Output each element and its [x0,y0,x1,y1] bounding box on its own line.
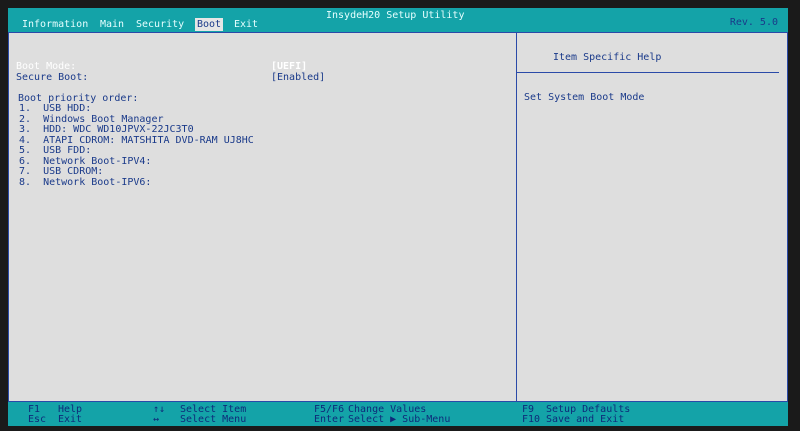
boot-item-usb-fdd[interactable]: 5. USB FDD: [19,145,254,157]
help-text: Set System Boot Mode [524,92,645,103]
arrows-lr-key: ↔ [153,414,160,425]
revision-label: Rev. 5.0 [729,17,778,28]
help-title: Item Specific Help [553,52,662,63]
tab-boot[interactable]: Boot [195,18,224,31]
enter-desc: Select ▶ Sub-Menu [348,414,451,425]
boot-priority-list: 1. USB HDD: 2. Windows Boot Manager 3. H… [19,103,254,189]
secure-boot-label: Secure Boot: [16,72,89,83]
panel-divider [516,33,517,401]
f10-key: F10 [522,414,541,425]
tab-information[interactable]: Information [20,18,90,31]
boot-mode-value[interactable]: [UEFI] [271,61,307,72]
arrows-lr-desc: Select Menu [180,414,247,425]
boot-item-usb-hdd[interactable]: 1. USB HDD: [19,103,254,115]
app-title: InsydeH20 Setup Utility [326,10,465,21]
bios-screen: Information Main Security Boot Exit Insy… [8,8,788,426]
boot-mode-label: Boot Mode: [16,61,77,72]
boot-item-usb-cdrom[interactable]: 7. USB CDROM: [19,166,254,178]
esc-desc: Exit [58,414,83,425]
esc-key: Esc [28,414,47,425]
tab-exit[interactable]: Exit [232,18,260,31]
f10-desc: Save and Exit [546,414,625,425]
enter-key: Enter [314,414,345,425]
boot-item-network-ipv6[interactable]: 8. Network Boot-IPV6: [19,177,254,189]
tab-security[interactable]: Security [134,18,186,31]
secure-boot-value[interactable]: [Enabled] [271,72,325,83]
boot-item-hdd[interactable]: 3. HDD: WDC WD10JPVX-22JC3T0 [19,124,254,136]
help-header: Item Specific Help [517,52,779,73]
key-help-footer: F1 Help Esc Exit ↑↓ Select Item ↔ Select… [8,402,788,426]
menu-bar: Information Main Security Boot Exit Insy… [8,8,788,32]
boot-settings-panel: Boot Mode: [UEFI] Secure Boot: [Enabled]… [8,32,788,402]
tab-main[interactable]: Main [98,18,126,31]
